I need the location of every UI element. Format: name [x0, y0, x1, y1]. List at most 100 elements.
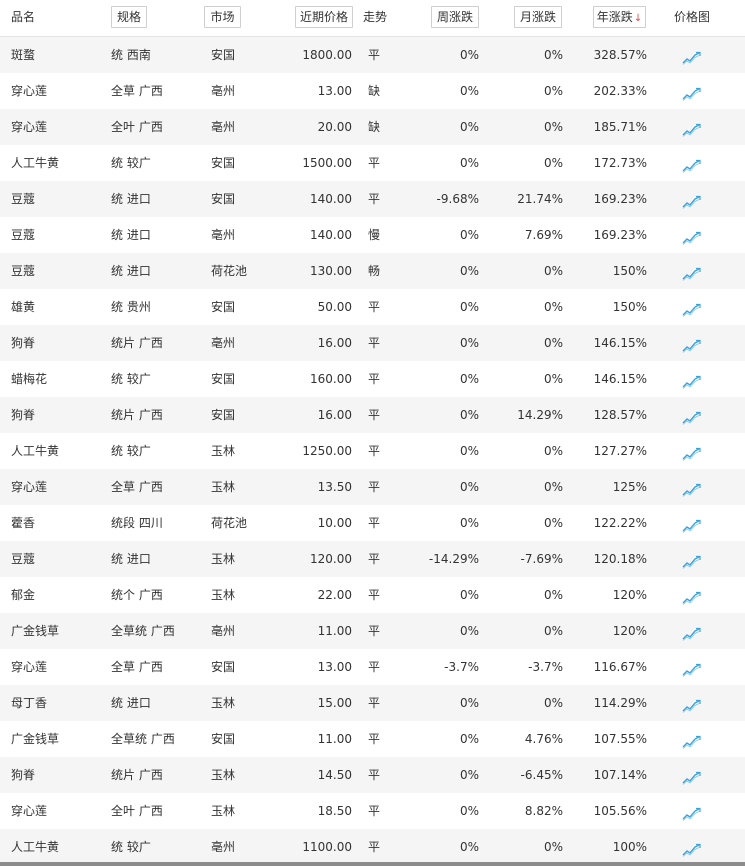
cell-price: 13.00: [317, 660, 352, 674]
cell-market: 荷花池: [211, 516, 248, 530]
cell-week: 0%: [459, 624, 479, 638]
table-row: 穿心莲 全草 广西 玉林 13.50 平 0% 0% 125%: [0, 469, 745, 505]
cell-market: 安国: [211, 300, 236, 314]
cell-price: 13.50: [317, 480, 352, 494]
cell-trend: 平: [368, 768, 381, 782]
price-chart-link[interactable]: [680, 325, 704, 361]
cell-trend: 平: [368, 48, 381, 62]
cell-market: 亳州: [211, 840, 236, 854]
cell-name: 穿心莲: [11, 660, 48, 674]
sort-button-market[interactable]: 市场: [204, 6, 241, 28]
cell-year: 202.33%: [593, 84, 647, 98]
cell-trend: 平: [368, 480, 381, 494]
cell-name: 人工牛黄: [11, 840, 60, 854]
sort-button-year-label: 年涨跌: [596, 10, 633, 24]
cell-spec: 统 进口: [111, 264, 151, 278]
cell-price: 22.00: [317, 588, 352, 602]
price-chart-link[interactable]: [680, 361, 704, 397]
price-chart-link[interactable]: [680, 73, 704, 109]
table-row: 广金钱草 全草统 广西 安国 11.00 平 0% 4.76% 107.55%: [0, 721, 745, 757]
cell-spec: 统 较广: [111, 372, 151, 386]
cell-price: 1100.00: [302, 840, 352, 854]
price-chart-link[interactable]: [680, 541, 704, 577]
column-header-trend: 走势: [363, 10, 388, 24]
price-chart-link[interactable]: [680, 217, 704, 253]
sort-button-week[interactable]: 周涨跌: [431, 6, 479, 28]
price-chart-link[interactable]: [680, 37, 704, 73]
price-chart-link[interactable]: [680, 829, 704, 865]
price-chart-link[interactable]: [680, 397, 704, 433]
price-chart-link[interactable]: [680, 793, 704, 829]
cell-market: 安国: [211, 732, 236, 746]
cell-name: 穿心莲: [11, 804, 48, 818]
price-chart-link[interactable]: [680, 685, 704, 721]
table-row: 穿心莲 全叶 广西 玉林 18.50 平 0% 8.82% 105.56%: [0, 793, 745, 829]
cell-month: -6.45%: [520, 768, 563, 782]
cell-market: 安国: [211, 192, 236, 206]
cell-market: 玉林: [211, 480, 236, 494]
cell-market: 亳州: [211, 624, 236, 638]
cell-market: 安国: [211, 660, 236, 674]
cell-name: 母丁香: [11, 696, 48, 710]
cell-name: 郁金: [11, 588, 36, 602]
cell-year: 120%: [612, 588, 647, 602]
cell-spec: 统 进口: [111, 228, 151, 242]
cell-week: 0%: [459, 264, 479, 278]
cell-name: 豆蔻: [11, 228, 36, 242]
cell-year: 122.22%: [593, 516, 647, 530]
price-chart-link[interactable]: [680, 757, 704, 793]
cell-week: -14.29%: [428, 552, 479, 566]
table-row: 穿心莲 全草 广西 亳州 13.00 缺 0% 0% 202.33%: [0, 73, 745, 109]
cell-week: 0%: [459, 120, 479, 134]
cell-month: 0%: [543, 264, 563, 278]
price-chart-link[interactable]: [680, 289, 704, 325]
cell-trend: 慢: [368, 228, 381, 242]
table-row: 穿心莲 全草 广西 安国 13.00 平 -3.7% -3.7% 116.67%: [0, 649, 745, 685]
price-chart-link[interactable]: [680, 109, 704, 145]
cell-year: 328.57%: [593, 48, 647, 62]
cell-price: 20.00: [317, 120, 352, 134]
cell-spec: 统片 广西: [111, 408, 163, 422]
cell-month: 0%: [543, 372, 563, 386]
price-chart-link[interactable]: [680, 181, 704, 217]
price-chart-link[interactable]: [680, 505, 704, 541]
cell-year: 114.29%: [593, 696, 647, 710]
sort-button-price[interactable]: 近期价格: [295, 6, 353, 28]
price-chart-link[interactable]: [680, 145, 704, 181]
cell-year: 146.15%: [593, 336, 647, 350]
price-chart-link[interactable]: [680, 613, 704, 649]
cell-price: 140.00: [310, 228, 352, 242]
cell-price: 14.50: [317, 768, 352, 782]
cell-trend: 平: [368, 444, 381, 458]
cell-market: 玉林: [211, 804, 236, 818]
sort-desc-arrow-icon: ↓: [633, 13, 643, 24]
cell-spec: 全叶 广西: [111, 120, 163, 134]
cell-trend: 平: [368, 300, 381, 314]
cell-price: 11.00: [317, 732, 352, 746]
cell-spec: 统 进口: [111, 696, 151, 710]
cell-spec: 统 进口: [111, 192, 151, 206]
price-chart-link[interactable]: [680, 433, 704, 469]
table-row: 狗脊 统片 广西 安国 16.00 平 0% 14.29% 128.57%: [0, 397, 745, 433]
sort-button-year[interactable]: 年涨跌↓: [593, 6, 646, 28]
cell-name: 豆蔻: [11, 192, 36, 206]
cell-trend: 平: [368, 696, 381, 710]
cell-year: 169.23%: [593, 228, 647, 242]
sort-button-spec[interactable]: 规格: [111, 6, 147, 28]
cell-price: 1250.00: [302, 444, 352, 458]
cell-market: 安国: [211, 372, 236, 386]
price-chart-link[interactable]: [680, 649, 704, 685]
price-chart-link[interactable]: [680, 469, 704, 505]
table-body: 斑蝥统 西南 安国 1800.00 平 0% 0% 328.57% 穿心莲 全草 广西 亳州 13.…: [0, 37, 745, 865]
table-row: 狗脊 统片 广西 玉林 14.50 平 0% -6.45% 107.14%: [0, 757, 745, 793]
price-chart-link[interactable]: [680, 577, 704, 613]
price-chart-link[interactable]: [680, 253, 704, 289]
cell-market: 亳州: [211, 228, 236, 242]
cell-month: 0%: [543, 120, 563, 134]
sort-button-month[interactable]: 月涨跌: [514, 6, 562, 28]
price-chart-link[interactable]: [680, 721, 704, 757]
horizontal-scrollbar[interactable]: [0, 862, 745, 866]
table-row: 豆蔻 统 进口 玉林 120.00 平 -14.29% -7.69% 120.18%: [0, 541, 745, 577]
cell-month: 0%: [543, 696, 563, 710]
cell-price: 120.00: [310, 552, 352, 566]
